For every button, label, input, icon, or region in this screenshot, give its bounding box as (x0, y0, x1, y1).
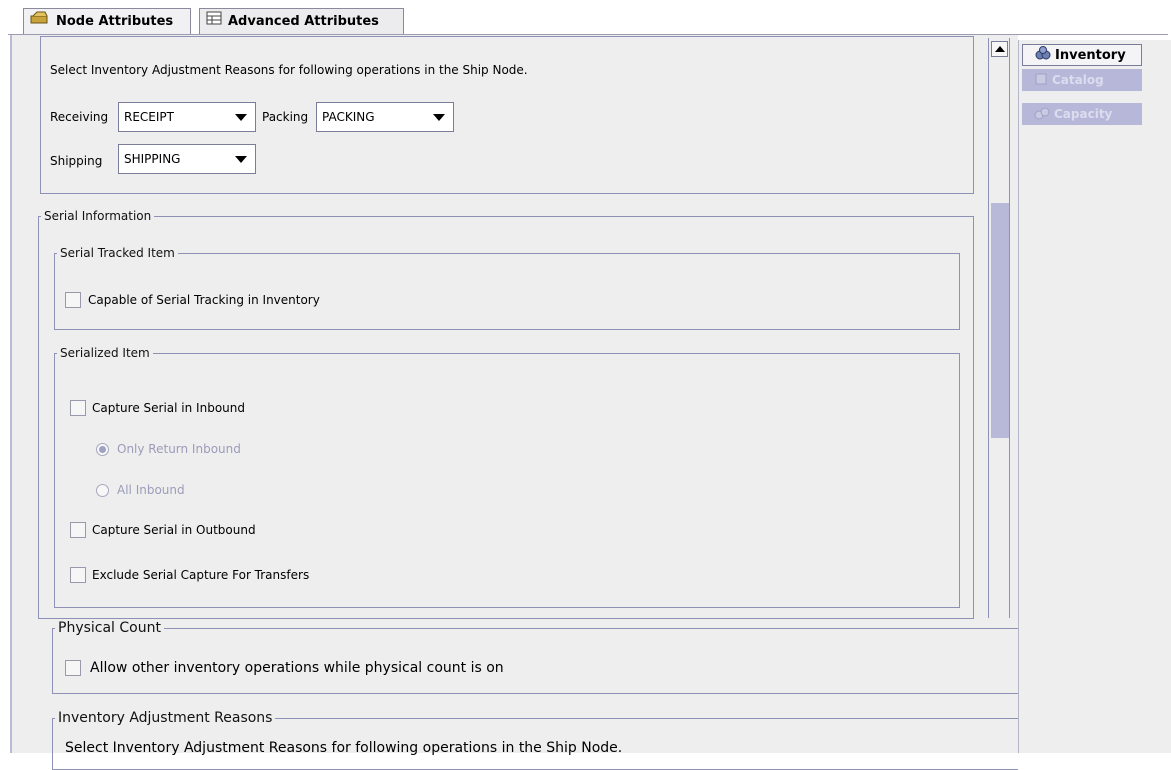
physical-count-group: Physical Count (52, 620, 1018, 694)
capture-inbound-checkbox[interactable] (70, 400, 86, 416)
shipping-value: SHIPPING (124, 152, 181, 166)
receiving-select[interactable]: RECEIPT (118, 102, 256, 132)
serial-tracking-checkbox[interactable] (65, 292, 81, 308)
catalog-icon (1034, 72, 1048, 89)
capture-inbound-label: Capture Serial in Inbound (92, 401, 245, 415)
serial-tracked-legend: Serial Tracked Item (60, 246, 175, 260)
right-frame (1144, 40, 1171, 753)
adjustment-reasons-legend: Inventory Adjustment Reasons (58, 710, 273, 726)
side-tab-inventory[interactable]: Inventory (1022, 44, 1142, 66)
inventory-icon (1035, 46, 1051, 64)
packing-label: Packing (262, 110, 309, 124)
scroll-up-button[interactable] (991, 41, 1008, 57)
allow-operations-checkbox[interactable] (65, 660, 81, 676)
node-icon (30, 10, 50, 34)
serial-information-legend: Serial Information (44, 209, 152, 223)
tab-advanced-attributes[interactable]: Advanced Attributes (199, 8, 404, 34)
chevron-down-icon (235, 114, 247, 121)
tab-label: Advanced Attributes (228, 13, 379, 29)
serialized-item-legend: Serialized Item (60, 346, 150, 360)
tab-node-attributes[interactable]: Node Attributes (23, 8, 191, 34)
only-return-inbound-label: Only Return Inbound (117, 442, 241, 456)
serial-tracked-group: Serial Tracked Item (54, 246, 960, 330)
packing-value: PACKING (322, 110, 375, 124)
all-inbound-label: All Inbound (117, 483, 185, 497)
side-tab-label: Inventory (1055, 47, 1126, 63)
vertical-scrollbar[interactable] (988, 38, 1010, 618)
tab-label: Node Attributes (56, 13, 174, 29)
capacity-icon (1034, 106, 1050, 123)
chevron-down-icon (433, 114, 445, 121)
capture-outbound-label: Capture Serial in Outbound (92, 523, 256, 537)
physical-count-legend: Physical Count (58, 620, 161, 636)
shipping-select[interactable]: SHIPPING (118, 144, 256, 174)
allow-operations-label: Allow other inventory operations while p… (90, 660, 504, 676)
adjustment-reasons-instruction: Select Inventory Adjustment Reasons for … (65, 740, 623, 756)
side-tab-label: Catalog (1052, 73, 1104, 87)
shipping-label: Shipping (50, 154, 103, 168)
all-inbound-radio[interactable] (96, 484, 109, 497)
chevron-down-icon (235, 156, 247, 163)
side-tab-catalog[interactable]: Catalog (1022, 69, 1142, 91)
side-tab-panel (1018, 40, 1144, 753)
side-tab-label: Capacity (1054, 107, 1113, 121)
exclude-transfers-label: Exclude Serial Capture For Transfers (92, 568, 310, 582)
receiving-value: RECEIPT (124, 110, 174, 124)
receiving-label: Receiving (50, 110, 109, 124)
only-return-inbound-radio[interactable] (96, 443, 109, 456)
packing-select[interactable]: PACKING (316, 102, 454, 132)
table-icon (206, 10, 222, 34)
capture-outbound-checkbox[interactable] (70, 522, 86, 538)
scroll-thumb[interactable] (991, 203, 1009, 438)
instruction-text: Select Inventory Adjustment Reasons for … (50, 63, 528, 77)
serial-tracking-label: Capable of Serial Tracking in Inventory (88, 293, 320, 307)
exclude-transfers-checkbox[interactable] (70, 567, 86, 583)
side-tab-capacity[interactable]: Capacity (1022, 103, 1142, 125)
